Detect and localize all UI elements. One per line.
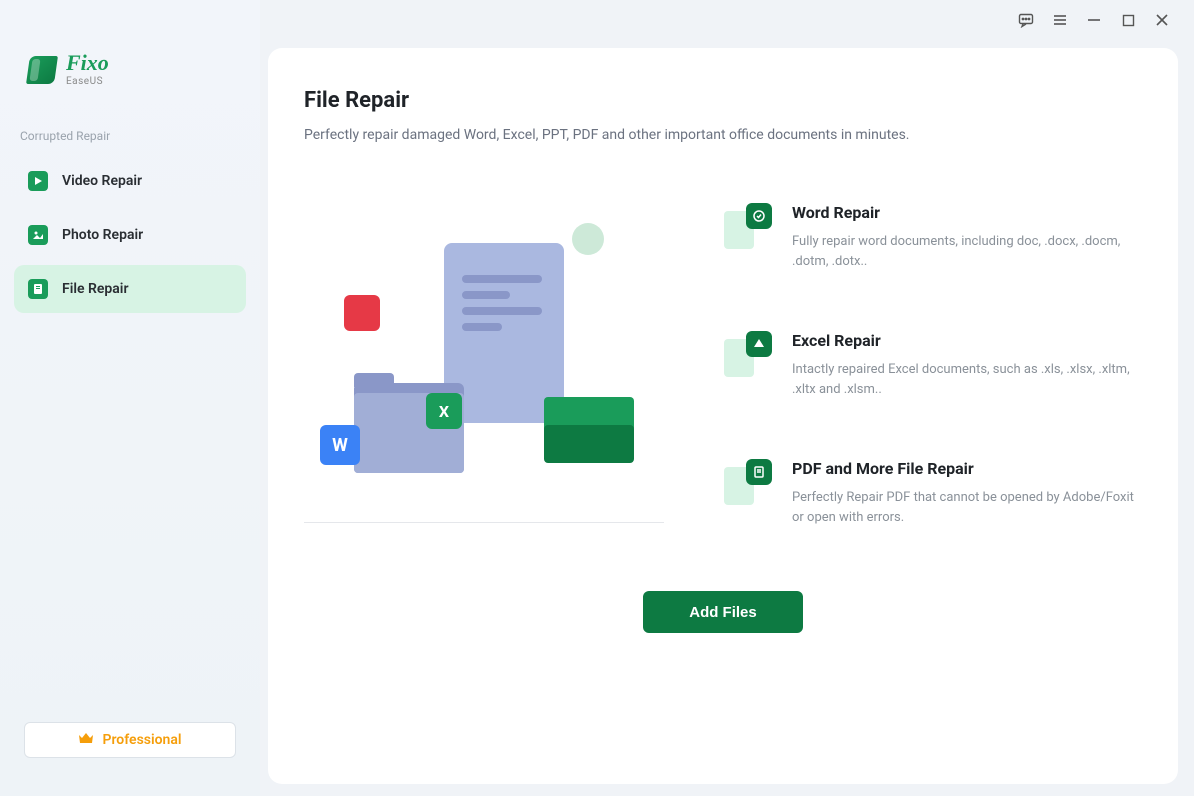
app-logo: Fixo EaseUS	[0, 52, 260, 87]
feedback-icon[interactable]	[1018, 12, 1034, 28]
page-subtitle: Perfectly repair damaged Word, Excel, PP…	[304, 127, 1142, 143]
video-icon	[28, 171, 48, 191]
sidebar: Fixo EaseUS Corrupted Repair Video Repai…	[0, 0, 260, 796]
page-title: File Repair	[304, 88, 1142, 113]
toolbox-icon	[544, 383, 634, 463]
feature-desc: Intactly repaired Excel documents, such …	[792, 360, 1142, 399]
feature-pdf-repair: PDF and More File Repair Perfectly Repai…	[724, 459, 1142, 527]
feature-list: Word Repair Fully repair word documents,…	[724, 193, 1142, 527]
feature-word-repair: Word Repair Fully repair word documents,…	[724, 203, 1142, 271]
feature-desc: Fully repair word documents, including d…	[792, 232, 1142, 271]
file-icon	[28, 279, 48, 299]
sidebar-section-label: Corrupted Repair	[0, 129, 260, 143]
minimize-icon[interactable]	[1086, 12, 1102, 28]
professional-label: Professional	[102, 732, 181, 748]
word-icon: W	[320, 425, 360, 465]
illustration: X W	[304, 233, 664, 523]
feature-title: Word Repair	[792, 203, 1142, 222]
logo-mark-icon	[26, 56, 58, 84]
main-panel: File Repair Perfectly repair damaged Wor…	[268, 48, 1178, 784]
feature-title: Excel Repair	[792, 331, 1142, 350]
excel-icon: X	[426, 393, 462, 429]
menu-icon[interactable]	[1052, 12, 1068, 28]
brand-sub: EaseUS	[66, 76, 109, 87]
title-bar	[994, 0, 1194, 40]
pdf-repair-icon	[746, 459, 772, 485]
brand-name: Fixo	[66, 52, 109, 74]
sidebar-item-photo-repair[interactable]: Photo Repair	[14, 211, 246, 259]
maximize-icon[interactable]	[1120, 12, 1136, 28]
add-files-button[interactable]: Add Files	[643, 591, 803, 633]
document-lines	[462, 275, 542, 339]
pdf-icon	[344, 295, 380, 331]
excel-repair-icon	[746, 331, 772, 357]
word-repair-icon	[746, 203, 772, 229]
professional-button[interactable]: Professional	[24, 722, 236, 758]
sidebar-item-label: Video Repair	[62, 173, 142, 189]
sidebar-item-file-repair[interactable]: File Repair	[14, 265, 246, 313]
photo-icon	[28, 225, 48, 245]
close-icon[interactable]	[1154, 12, 1170, 28]
feature-excel-repair: Excel Repair Intactly repaired Excel doc…	[724, 331, 1142, 399]
sidebar-item-video-repair[interactable]: Video Repair	[14, 157, 246, 205]
feature-desc: Perfectly Repair PDF that cannot be open…	[792, 488, 1142, 527]
sidebar-item-label: Photo Repair	[62, 227, 143, 243]
crown-icon	[78, 731, 94, 749]
feature-title: PDF and More File Repair	[792, 459, 1142, 478]
sidebar-item-label: File Repair	[62, 281, 128, 297]
